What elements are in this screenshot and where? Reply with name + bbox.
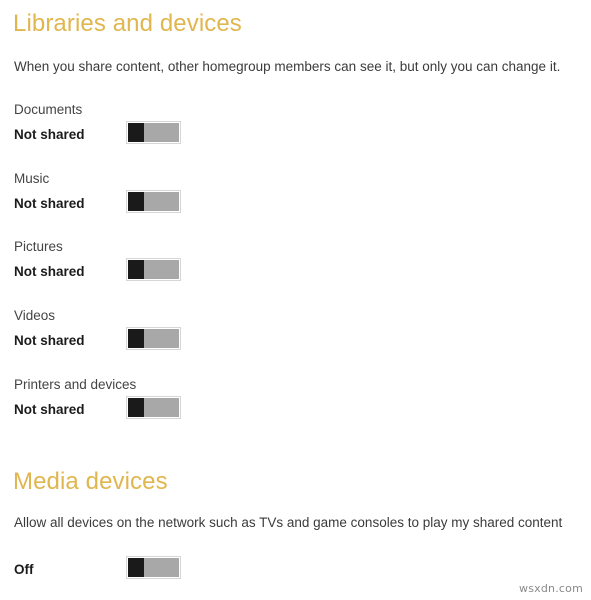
setting-row-documents: Documents Not shared bbox=[0, 103, 591, 163]
setting-row-pictures: Pictures Not shared bbox=[0, 240, 591, 300]
setting-state-videos: Not shared bbox=[14, 333, 85, 348]
toggle-switch-documents[interactable] bbox=[126, 121, 181, 144]
setting-row-printers-and-devices: Printers and devices Not shared bbox=[0, 378, 591, 438]
toggle-switch-music[interactable] bbox=[126, 190, 181, 213]
toggle-switch-media-devices[interactable] bbox=[126, 556, 181, 579]
toggle-switch-printers-and-devices[interactable] bbox=[126, 396, 181, 419]
setting-state-media-devices: Off bbox=[14, 562, 34, 577]
toggle-thumb-icon bbox=[128, 192, 144, 211]
setting-row-videos: Videos Not shared bbox=[0, 309, 591, 369]
setting-label-videos: Videos bbox=[14, 308, 56, 323]
toggle-thumb-icon bbox=[128, 558, 144, 577]
media-devices-description: Allow all devices on the network such as… bbox=[14, 515, 563, 530]
setting-label-documents: Documents bbox=[14, 102, 83, 117]
toggle-thumb-icon bbox=[128, 123, 144, 142]
watermark-text: wsxdn.com bbox=[519, 582, 583, 595]
setting-row-media-devices: Off bbox=[0, 538, 591, 598]
setting-state-documents: Not shared bbox=[14, 127, 85, 142]
homegroup-settings-page: Libraries and devices When you share con… bbox=[0, 0, 591, 600]
page-title-media-devices: Media devices bbox=[13, 468, 168, 495]
toggle-switch-pictures[interactable] bbox=[126, 258, 181, 281]
toggle-thumb-icon bbox=[128, 329, 144, 348]
setting-label-music: Music bbox=[14, 171, 50, 186]
setting-state-pictures: Not shared bbox=[14, 264, 85, 279]
setting-state-printers-and-devices: Not shared bbox=[14, 402, 85, 417]
setting-label-pictures: Pictures bbox=[14, 239, 63, 254]
toggle-thumb-icon bbox=[128, 260, 144, 279]
setting-row-music: Music Not shared bbox=[0, 172, 591, 232]
toggle-switch-videos[interactable] bbox=[126, 327, 181, 350]
page-title-libraries-and-devices: Libraries and devices bbox=[13, 10, 242, 37]
toggle-thumb-icon bbox=[128, 398, 144, 417]
setting-state-music: Not shared bbox=[14, 196, 85, 211]
setting-label-printers-and-devices: Printers and devices bbox=[14, 377, 137, 392]
libraries-description: When you share content, other homegroup … bbox=[14, 59, 561, 74]
